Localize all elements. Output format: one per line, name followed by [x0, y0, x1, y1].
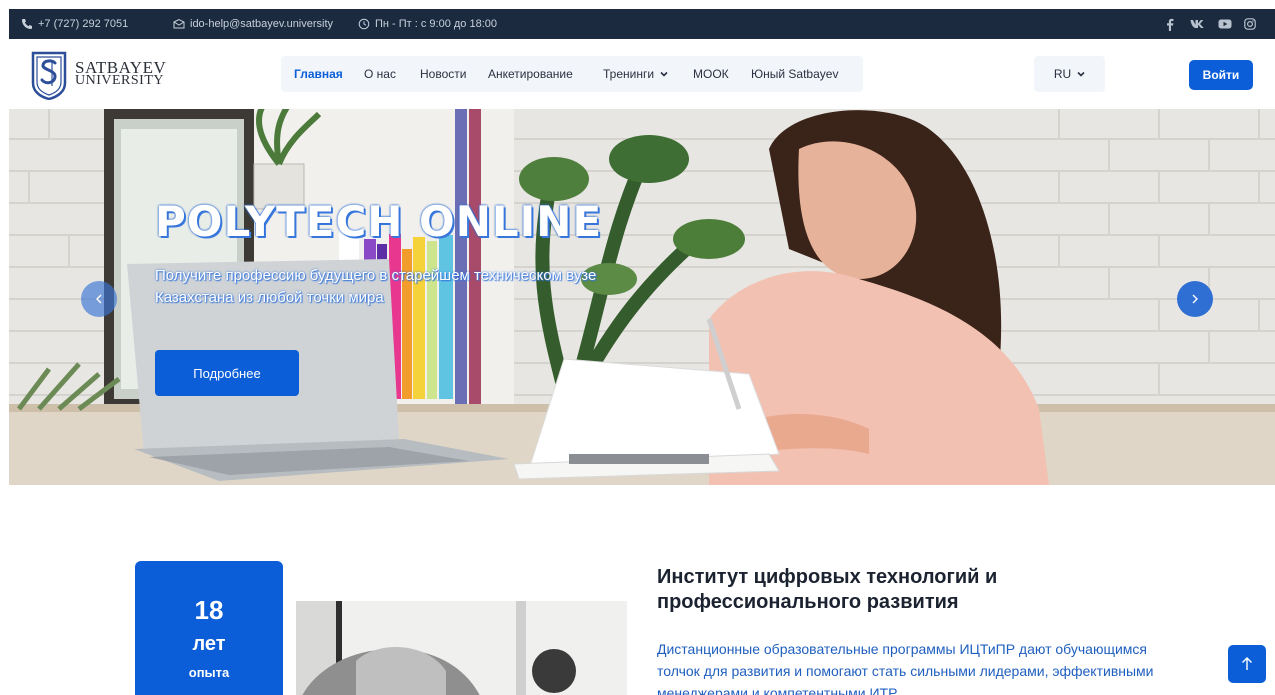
nav-label-about: О нас: [364, 67, 396, 81]
email-link[interactable]: ido-help@satbayev.university: [173, 9, 333, 39]
site-header: SATBAYEV UNIVERSITY Главная О нас Новост…: [9, 39, 1275, 109]
logo[interactable]: SATBAYEV UNIVERSITY: [30, 50, 200, 100]
chevron-left-icon: [96, 294, 102, 304]
scroll-to-top-button[interactable]: [1228, 645, 1266, 683]
nav-item-news[interactable]: Новости: [420, 56, 466, 92]
stat-unit: лет: [192, 633, 226, 655]
chevron-down-icon: [1077, 71, 1085, 77]
stat-number: 18: [194, 595, 224, 625]
vk-icon[interactable]: [1186, 9, 1210, 39]
chevron-right-icon: [1192, 294, 1198, 304]
top-info-bar: +7 (727) 292 7051 ido-help@satbayev.univ…: [9, 9, 1275, 39]
phone-icon: [22, 19, 32, 29]
nav-item-home[interactable]: Главная: [294, 56, 343, 92]
slider-prev-button[interactable]: [81, 281, 117, 317]
main-nav: Главная О нас Новости Анкетирование Трен…: [281, 56, 863, 92]
experience-stat-card: 18 лет опыта: [135, 561, 283, 695]
nav-label-young-satbayev: Юный Satbayev: [751, 67, 839, 81]
facebook-icon[interactable]: [1160, 9, 1180, 39]
logo-text: SATBAYEV UNIVERSITY: [75, 59, 166, 88]
login-button[interactable]: Войти: [1189, 60, 1253, 90]
arrow-up-icon: [1242, 657, 1252, 670]
satbayev-emblem-icon: [31, 51, 67, 100]
working-hours: Пн - Пт : с 9:00 до 18:00: [358, 9, 497, 39]
hero-title: POLYTECH ONLINE: [155, 197, 603, 246]
email-text: ido-help@satbayev.university: [190, 18, 334, 30]
nav-label-trainings: Тренинги: [603, 67, 655, 81]
institute-description: Дистанционные образовательные программы …: [657, 641, 1154, 695]
nav-item-about[interactable]: О нас: [364, 56, 396, 92]
hero-slider: POLYTECH ONLINE Получите профессию будущ…: [9, 109, 1275, 485]
slider-next-button[interactable]: [1177, 281, 1213, 317]
language-selector[interactable]: RU: [1034, 56, 1105, 92]
nav-item-trainings[interactable]: Тренинги: [603, 56, 668, 92]
nav-label-news: Новости: [420, 67, 467, 81]
hero-subtitle: Получите профессию будущего в старейшем …: [155, 267, 597, 306]
phone-link[interactable]: +7 (727) 292 7051: [21, 9, 128, 39]
nav-label-home: Главная: [294, 67, 343, 81]
institute-title: Институт цифровых технологий и профессио…: [657, 566, 998, 613]
about-photo: [296, 601, 627, 695]
chevron-down-icon: [660, 71, 668, 77]
nav-item-mooc[interactable]: МООК: [693, 56, 729, 92]
phone-text: +7 (727) 292 7051: [38, 18, 129, 30]
nav-label-survey: Анкетирование: [488, 67, 573, 81]
nav-label-mooc: МООК: [693, 67, 729, 81]
nav-item-survey[interactable]: Анкетирование: [488, 56, 573, 92]
language-label: RU: [1053, 67, 1072, 81]
hours-text: Пн - Пт : с 9:00 до 18:00: [375, 18, 498, 30]
instagram-icon[interactable]: [1239, 9, 1261, 39]
youtube-icon[interactable]: [1214, 9, 1236, 39]
logo-line-2: UNIVERSITY: [75, 73, 164, 88]
nav-item-young-satbayev[interactable]: Юный Satbayev: [751, 56, 838, 92]
mail-icon: [173, 18, 185, 29]
hero-more-button[interactable]: Подробнее: [155, 350, 299, 396]
stat-label: опыта: [188, 665, 230, 680]
page: +7 (727) 292 7051 ido-help@satbayev.univ…: [9, 9, 1275, 695]
clock-icon: [358, 18, 370, 30]
